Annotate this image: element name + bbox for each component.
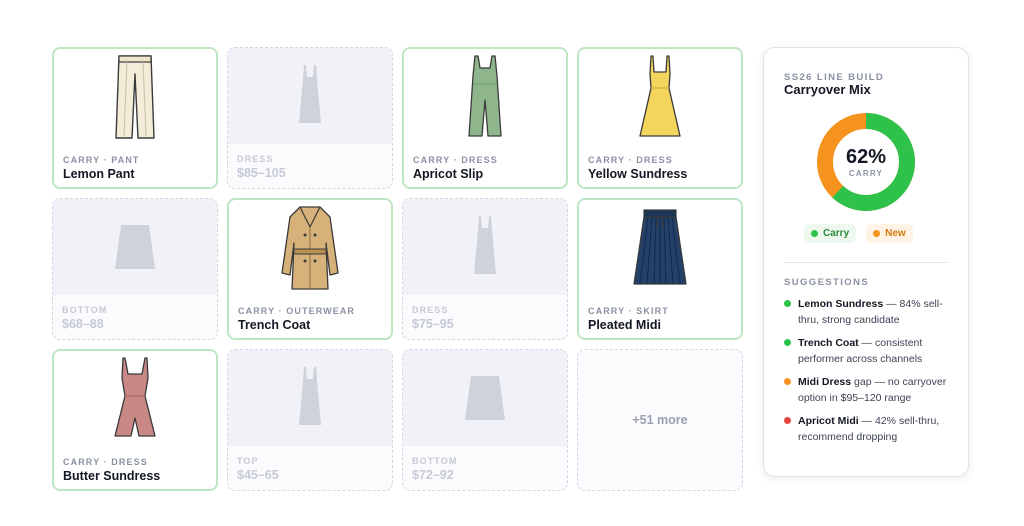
slot-price-range: $45–65 (237, 468, 279, 482)
suggestion-text: Trench Coat — consistent performer acros… (798, 337, 923, 365)
empty-slot-card[interactable]: DRESS $75–95 (402, 198, 568, 340)
slot-category: TOP (237, 456, 259, 466)
slot-category: DRESS (412, 305, 449, 315)
placeholder-image (53, 199, 217, 295)
product-card[interactable]: CARRY · DRESS Butter Sundress (52, 349, 218, 491)
product-meta: CARRY · DRESS (588, 155, 673, 165)
product-image (229, 200, 391, 296)
carry-dot-icon (811, 230, 818, 237)
product-name: Apricot Slip (413, 167, 484, 181)
legend-carry: Carry (804, 224, 857, 243)
jumpsuit-icon (468, 55, 502, 137)
slot-category: BOTTOM (62, 305, 108, 315)
placeholder-image (228, 350, 392, 446)
dress-placeholder-icon (474, 216, 496, 274)
skirt-placeholder-icon (465, 376, 505, 420)
product-card[interactable]: CARRY · PANT Lemon Pant (52, 47, 218, 189)
donut-legend: Carry New (804, 224, 913, 243)
placeholder-image (403, 199, 567, 295)
empty-slot-card[interactable]: TOP $45–65 (227, 349, 393, 491)
suggestion-item[interactable]: Apricot Midi — 42% sell-thru, recommend … (784, 413, 954, 445)
suggestion-item[interactable]: Trench Coat — consistent performer acros… (784, 335, 954, 367)
product-name: Lemon Pant (63, 167, 135, 181)
product-name: Yellow Sundress (588, 167, 688, 181)
suggestions-heading: SUGGESTIONS (784, 277, 870, 288)
product-card[interactable]: CARRY · DRESS Yellow Sundress (577, 47, 743, 189)
product-meta: CARRY · SKIRT (588, 306, 669, 316)
carryover-panel: SS26 LINE BUILD Carryover Mix 62% CARRY … (763, 47, 969, 477)
romper-icon (114, 357, 156, 437)
more-products-button[interactable]: +51 more (577, 349, 743, 491)
trench-coat-icon (281, 206, 339, 290)
empty-slot-card[interactable]: DRESS $85–105 (227, 47, 393, 189)
carry-status-icon (784, 300, 791, 307)
suggestion-item[interactable]: Midi Dress gap — no carryover option in … (784, 374, 954, 406)
suggestion-item[interactable]: Lemon Sundress — 84% sell-thru, strong c… (784, 296, 954, 328)
product-card[interactable]: CARRY · DRESS Apricot Slip (402, 47, 568, 189)
product-card[interactable]: CARRY · SKIRT Pleated Midi (577, 198, 743, 340)
panel-divider (784, 262, 948, 263)
new-status-icon (784, 378, 791, 385)
product-image (579, 49, 741, 145)
pant-icon (115, 55, 155, 139)
new-dot-icon (873, 230, 881, 237)
empty-slot-card[interactable]: BOTTOM $68–88 (52, 198, 218, 340)
product-image (579, 200, 741, 296)
skirt-placeholder-icon (115, 225, 155, 269)
slot-category: BOTTOM (412, 456, 458, 466)
product-grid: CARRY · PANT Lemon Pant DRESS $85–105 CA… (52, 47, 743, 491)
product-meta: CARRY · PANT (63, 155, 140, 165)
product-card[interactable]: CARRY · OUTERWEAR Trench Coat (227, 198, 393, 340)
product-meta: CARRY · OUTERWEAR (238, 306, 356, 316)
carry-status-icon (784, 339, 791, 346)
dress-placeholder-icon (299, 367, 321, 425)
placeholder-image (403, 350, 567, 446)
sundress-icon (639, 55, 681, 137)
slot-category: DRESS (237, 154, 274, 164)
product-name: Trench Coat (238, 318, 311, 332)
drop-status-icon (784, 417, 791, 424)
empty-slot-card[interactable]: BOTTOM $72–92 (402, 349, 568, 491)
more-products-label: +51 more (632, 413, 688, 427)
product-image (54, 351, 216, 447)
product-image (404, 49, 566, 145)
placeholder-image (228, 48, 392, 144)
product-meta: CARRY · DRESS (63, 457, 148, 467)
product-name: Butter Sundress (63, 469, 161, 483)
product-name: Pleated Midi (588, 318, 661, 332)
slot-price-range: $72–92 (412, 468, 454, 482)
legend-carry-label: Carry (823, 228, 850, 239)
legend-new: New (866, 224, 913, 243)
donut-label: CARRY (848, 169, 884, 178)
slot-price-range: $68–88 (62, 317, 104, 331)
pleated-skirt-icon (633, 209, 687, 285)
slot-price-range: $75–95 (412, 317, 454, 331)
suggestion-text: Lemon Sundress — 84% sell-thru, strong c… (798, 298, 943, 326)
donut-percent: 62% (845, 146, 887, 168)
panel-title: Carryover Mix (784, 82, 871, 97)
slot-price-range: $85–105 (237, 166, 286, 180)
product-meta: CARRY · DRESS (413, 155, 498, 165)
dress-placeholder-icon (299, 65, 321, 123)
product-image (54, 49, 216, 145)
legend-new-label: New (885, 228, 906, 239)
suggestions-list: Lemon Sundress — 84% sell-thru, strong c… (784, 296, 954, 452)
suggestion-text: Apricot Midi — 42% sell-thru, recommend … (798, 415, 940, 443)
suggestion-text: Midi Dress gap — no carryover option in … (798, 376, 947, 404)
